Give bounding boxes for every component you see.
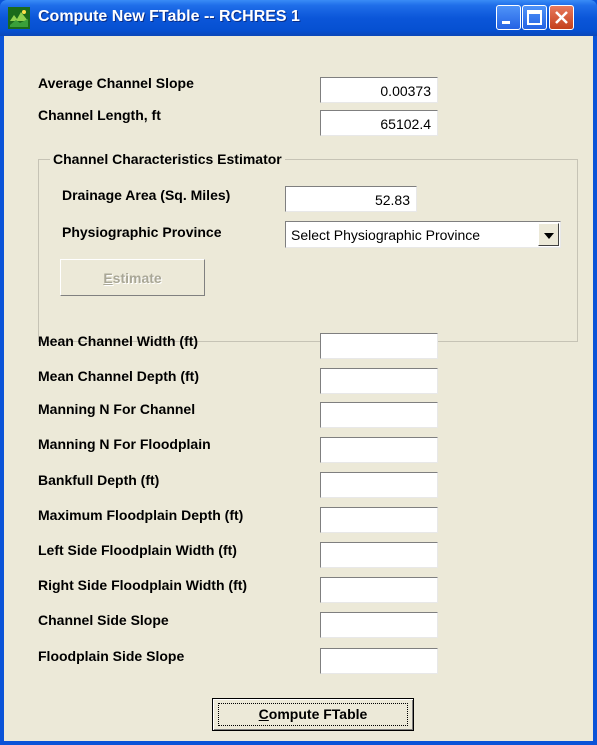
physiographic-province-select[interactable]: Select Physiographic Province	[285, 221, 561, 248]
estimator-group-title: Channel Characteristics Estimator	[50, 151, 285, 167]
minimize-button[interactable]	[496, 5, 521, 30]
right-floodplain-width-field[interactable]	[320, 577, 438, 603]
title-bar[interactable]: Compute New FTable -- RCHRES 1	[0, 0, 597, 36]
app-icon	[8, 7, 30, 29]
channel-side-slope-field[interactable]	[320, 612, 438, 638]
manning-n-floodplain-field[interactable]	[320, 437, 438, 463]
dialog-body: Average Channel Slope 0.00373 Channel Le…	[4, 36, 593, 741]
manning-n-channel-field[interactable]	[320, 402, 438, 428]
province-selected-value: Select Physiographic Province	[291, 227, 481, 243]
estimate-button[interactable]: Estimate	[60, 259, 205, 296]
maximum-floodplain-depth-field[interactable]	[320, 507, 438, 533]
maximize-icon	[527, 10, 542, 25]
maximize-button[interactable]	[522, 5, 547, 30]
channel-length-field[interactable]: 65102.4	[320, 110, 438, 136]
province-dropdown-button[interactable]	[538, 223, 559, 246]
chevron-down-icon	[544, 233, 554, 239]
bankfull-depth-label: Bankfull Depth (ft)	[38, 472, 160, 488]
close-icon	[555, 11, 568, 24]
manning-n-floodplain-label: Manning N For Floodplain	[38, 436, 211, 452]
compute-ftable-window: Compute New FTable -- RCHRES 1 Average C…	[0, 0, 597, 745]
bankfull-depth-field[interactable]	[320, 472, 438, 498]
mean-channel-width-label: Mean Channel Width (ft)	[38, 333, 199, 349]
window-title: Compute New FTable -- RCHRES 1	[38, 8, 300, 25]
channel-length-label: Channel Length, ft	[38, 107, 161, 123]
maximum-floodplain-depth-label: Maximum Floodplain Depth (ft)	[38, 507, 244, 523]
floodplain-side-slope-field[interactable]	[320, 648, 438, 674]
focus-rectangle	[218, 703, 408, 726]
manning-n-channel-label: Manning N For Channel	[38, 401, 196, 417]
drainage-area-label: Drainage Area (Sq. Miles)	[62, 187, 231, 203]
average-channel-slope-label: Average Channel Slope	[38, 75, 194, 91]
left-floodplain-width-field[interactable]	[320, 542, 438, 568]
channel-side-slope-label: Channel Side Slope	[38, 612, 169, 628]
compute-ftable-button[interactable]: Compute FTable	[212, 698, 414, 731]
mean-channel-depth-label: Mean Channel Depth (ft)	[38, 368, 199, 384]
minimize-icon	[502, 21, 510, 24]
average-channel-slope-field[interactable]: 0.00373	[320, 77, 438, 103]
estimate-accel-letter: E	[103, 270, 113, 286]
left-floodplain-width-label: Left Side Floodplain Width (ft)	[38, 542, 237, 558]
right-floodplain-width-label: Right Side Floodplain Width (ft)	[38, 577, 248, 593]
floodplain-side-slope-label: Floodplain Side Slope	[38, 648, 185, 664]
physiographic-province-label: Physiographic Province	[62, 224, 222, 240]
drainage-area-field[interactable]: 52.83	[285, 186, 417, 212]
mean-channel-depth-field[interactable]	[320, 368, 438, 394]
estimate-label: stimate	[112, 270, 162, 286]
mean-channel-width-field[interactable]	[320, 333, 438, 359]
close-button[interactable]	[549, 5, 574, 30]
